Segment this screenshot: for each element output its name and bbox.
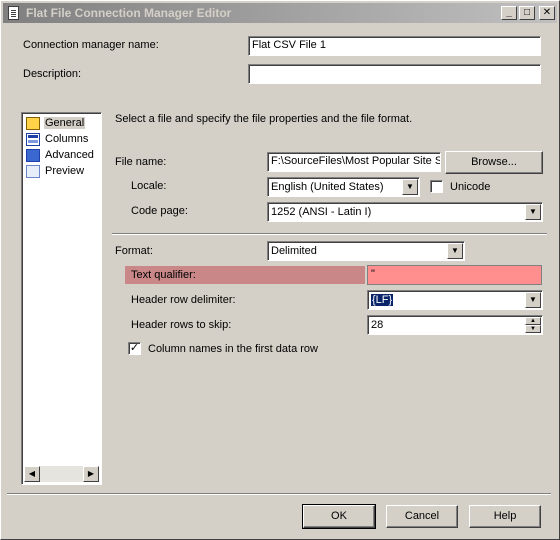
connection-manager-name-label: Connection manager name: <box>23 39 159 51</box>
maximize-button[interactable]: □ <box>519 6 535 20</box>
description-label: Description: <box>23 68 82 80</box>
header-rows-to-skip-value: 28 <box>371 319 384 331</box>
nav-item-label: General <box>44 117 86 129</box>
column-names-checkbox[interactable]: ✓ <box>128 342 141 355</box>
page-list: General Columns Advanced Preview ◀ ▶ <box>21 112 102 485</box>
code-page-value: 1252 (ANSI - Latin I) <box>271 206 372 218</box>
header-row-delimiter-dropdown[interactable]: {LF} ▼ <box>367 290 543 310</box>
chevron-down-icon[interactable]: ▼ <box>525 292 541 308</box>
advanced-icon <box>26 148 40 162</box>
footer-divider <box>7 493 551 495</box>
divider <box>112 233 547 235</box>
cancel-button[interactable]: Cancel <box>386 505 458 528</box>
text-qualifier-label: Text qualifier: <box>131 269 196 281</box>
format-dropdown[interactable]: Delimited ▼ <box>267 241 465 261</box>
dialog-window: Flat File Connection Manager Editor _ □ … <box>0 0 560 540</box>
text-qualifier-input[interactable]: " <box>367 265 542 285</box>
column-names-label: Column names in the first data row <box>148 343 318 355</box>
file-name-label: File name: <box>115 156 167 168</box>
columns-icon <box>26 132 40 146</box>
file-name-input[interactable]: F:\SourceFiles\Most Popular Site S <box>267 152 441 172</box>
nav-item-label: Columns <box>45 133 89 145</box>
format-value: Delimited <box>271 245 317 257</box>
window-title: Flat File Connection Manager Editor <box>26 6 232 20</box>
chevron-down-icon[interactable]: ▼ <box>525 204 541 220</box>
close-button[interactable]: ✕ <box>539 6 555 20</box>
title-bar[interactable]: Flat File Connection Manager Editor _ □ … <box>3 3 557 23</box>
document-icon <box>6 5 22 21</box>
unicode-checkbox[interactable] <box>430 180 443 193</box>
chevron-down-icon[interactable]: ▼ <box>402 179 418 195</box>
header-row-delimiter-label: Header row delimiter: <box>131 294 236 306</box>
spinner[interactable]: ▲ ▼ <box>525 317 541 333</box>
scroll-left-button[interactable]: ◀ <box>24 466 40 482</box>
ok-button[interactable]: OK <box>302 504 376 529</box>
format-label: Format: <box>115 245 153 257</box>
header-rows-to-skip-label: Header rows to skip: <box>131 319 232 331</box>
spin-down-icon[interactable]: ▼ <box>525 325 541 333</box>
description-input[interactable] <box>248 64 541 84</box>
code-page-dropdown[interactable]: 1252 (ANSI - Latin I) ▼ <box>267 202 543 222</box>
header-row-delimiter-value: {LF} <box>371 294 394 306</box>
minimize-button[interactable]: _ <box>501 6 517 20</box>
header-rows-to-skip-stepper[interactable]: 28 ▲ ▼ <box>367 315 543 335</box>
unicode-label: Unicode <box>450 181 491 193</box>
connection-manager-name-input[interactable]: Flat CSV File 1 <box>248 36 541 56</box>
preview-icon <box>26 164 40 178</box>
nav-item-advanced[interactable]: Advanced <box>26 147 95 163</box>
chevron-down-icon[interactable]: ▼ <box>447 243 463 259</box>
spin-up-icon[interactable]: ▲ <box>525 317 541 325</box>
nav-item-general[interactable]: General <box>26 115 86 131</box>
help-button[interactable]: Help <box>469 505 541 528</box>
nav-item-preview[interactable]: Preview <box>26 163 85 179</box>
code-page-label: Code page: <box>131 205 188 217</box>
intro-text: Select a file and specify the file prope… <box>115 113 413 125</box>
scroll-right-button[interactable]: ▶ <box>83 466 99 482</box>
locale-value: English (United States) <box>271 181 384 193</box>
browse-button[interactable]: Browse... <box>445 151 543 174</box>
nav-item-label: Advanced <box>45 149 94 161</box>
locale-dropdown[interactable]: English (United States) ▼ <box>267 177 420 197</box>
nav-item-columns[interactable]: Columns <box>26 131 89 147</box>
locale-label: Locale: <box>131 180 167 192</box>
general-icon <box>26 116 40 130</box>
horizontal-scrollbar[interactable]: ◀ ▶ <box>24 466 99 482</box>
nav-item-label: Preview <box>45 165 85 177</box>
